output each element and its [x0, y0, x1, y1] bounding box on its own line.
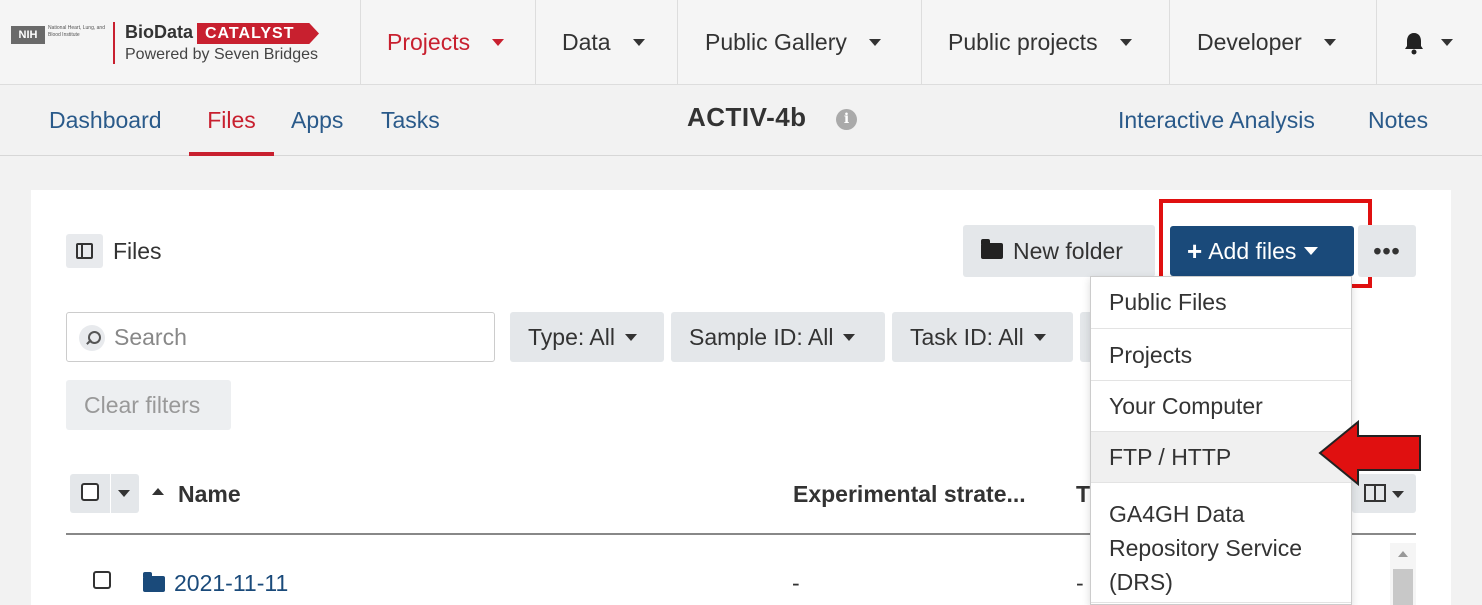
nav-public-projects-label: Public projects	[948, 29, 1098, 55]
annotation-arrow-icon	[1318, 420, 1421, 486]
column-header-experimental-strategy[interactable]: Experimental strate...	[793, 481, 1026, 508]
search-icon	[79, 325, 105, 351]
nav-developer[interactable]: Developer	[1170, 0, 1377, 85]
chevron-down-icon	[868, 39, 881, 46]
nav-public-gallery-label: Public Gallery	[705, 29, 847, 55]
top-navbar: NIH National Heart, Lung, and Blood Inst…	[0, 0, 1482, 85]
tab-files[interactable]: Files	[189, 86, 274, 156]
menu-item-public-files[interactable]: Public Files	[1091, 277, 1351, 329]
sample-id-filter-label: Sample ID: All	[689, 323, 834, 350]
biodata-catalyst-logo[interactable]: NIH National Heart, Lung, and Blood Inst…	[0, 0, 361, 85]
panel-toggle-button[interactable]	[66, 234, 103, 268]
logo-divider	[113, 22, 115, 64]
new-folder-button[interactable]: New folder	[963, 225, 1155, 277]
select-divider	[110, 474, 111, 513]
tab-dashboard[interactable]: Dashboard	[49, 86, 162, 156]
clear-filters-button[interactable]: Clear filters	[66, 380, 231, 430]
chevron-down-icon	[492, 39, 505, 46]
menu-item-ga4gh-drs[interactable]: GA4GH Data Repository Service (DRS)	[1091, 483, 1351, 603]
tab-tasks[interactable]: Tasks	[381, 86, 440, 156]
chevron-down-icon	[1119, 39, 1132, 46]
menu-item-your-computer[interactable]: Your Computer	[1091, 381, 1351, 432]
tab-apps[interactable]: Apps	[291, 86, 343, 156]
vertical-scrollbar[interactable]	[1390, 543, 1416, 605]
tab-interactive-analysis[interactable]: Interactive Analysis	[1118, 86, 1315, 156]
chevron-down-icon	[1392, 491, 1404, 498]
sort-ascending-icon[interactable]	[152, 488, 164, 495]
catalyst-badge: CATALYST	[197, 23, 319, 44]
columns-icon	[1364, 484, 1386, 502]
chevron-down-icon	[1033, 333, 1046, 341]
nav-data[interactable]: Data	[536, 0, 678, 85]
row-checkbox[interactable]	[93, 571, 111, 589]
nav-data-label: Data	[562, 29, 611, 55]
search-field[interactable]: Search	[66, 312, 495, 362]
files-panel-label: Files	[113, 238, 162, 264]
nih-institute-text: National Heart, Lung, and Blood Institut…	[48, 25, 105, 38]
nav-public-projects[interactable]: Public projects	[922, 0, 1170, 85]
chevron-down-icon	[632, 39, 645, 46]
select-all-checkbox[interactable]	[81, 483, 99, 501]
row-experimental-strategy: -	[792, 570, 800, 596]
sample-id-filter[interactable]: Sample ID: All	[671, 312, 885, 362]
nih-logo: NIH	[11, 26, 45, 44]
more-options-button[interactable]: •••	[1358, 225, 1416, 277]
column-header-name[interactable]: Name	[178, 481, 241, 508]
nav-projects-label: Projects	[387, 29, 471, 55]
chevron-down-icon	[624, 333, 637, 341]
folder-icon	[143, 572, 165, 592]
add-files-button[interactable]: + Add files	[1170, 226, 1354, 276]
project-title: ACTIV-4b	[687, 102, 807, 132]
bell-icon	[1405, 32, 1423, 54]
select-all-control[interactable]	[70, 474, 139, 513]
menu-item-projects[interactable]: Projects	[1091, 329, 1351, 381]
scrollbar-thumb[interactable]	[1393, 569, 1413, 605]
tab-notes[interactable]: Notes	[1368, 86, 1428, 156]
add-files-dropdown: Public Files Projects Your Computer FTP …	[1090, 276, 1352, 605]
info-icon[interactable]: i	[836, 109, 857, 130]
project-subnav: Dashboard Files Apps Tasks ACTIV-4b Inte…	[0, 86, 1482, 156]
chevron-down-icon[interactable]	[118, 490, 130, 497]
row-name-link[interactable]: 2021-11-11	[174, 570, 288, 597]
scroll-up-icon[interactable]	[1398, 551, 1408, 557]
biodata-wordmark: BioData	[125, 22, 194, 42]
type-filter[interactable]: Type: All	[510, 312, 664, 362]
row-type: -	[1076, 570, 1084, 596]
nav-public-gallery[interactable]: Public Gallery	[678, 0, 922, 85]
sidebar-panel-icon	[76, 243, 93, 259]
chevron-down-icon	[843, 333, 856, 341]
folder-icon	[981, 239, 1003, 259]
nav-developer-label: Developer	[1197, 29, 1302, 55]
task-id-filter-label: Task ID: All	[910, 323, 1024, 350]
chevron-down-icon	[1441, 39, 1453, 46]
new-folder-label: New folder	[1013, 237, 1123, 264]
add-files-label: Add files	[1208, 237, 1297, 264]
notifications-menu[interactable]	[1377, 0, 1482, 85]
nav-projects[interactable]: Projects	[361, 0, 536, 85]
column-header-type[interactable]: T	[1076, 481, 1090, 508]
search-input[interactable]: Search	[114, 324, 187, 351]
type-filter-label: Type: All	[528, 323, 615, 350]
task-id-filter[interactable]: Task ID: All	[892, 312, 1073, 362]
plus-icon: +	[1187, 235, 1203, 266]
menu-item-ftp-http[interactable]: FTP / HTTP	[1091, 432, 1351, 483]
chevron-down-icon	[1323, 39, 1336, 46]
chevron-down-icon	[1304, 247, 1319, 255]
powered-by-text: Powered by Seven Bridges	[125, 46, 318, 63]
